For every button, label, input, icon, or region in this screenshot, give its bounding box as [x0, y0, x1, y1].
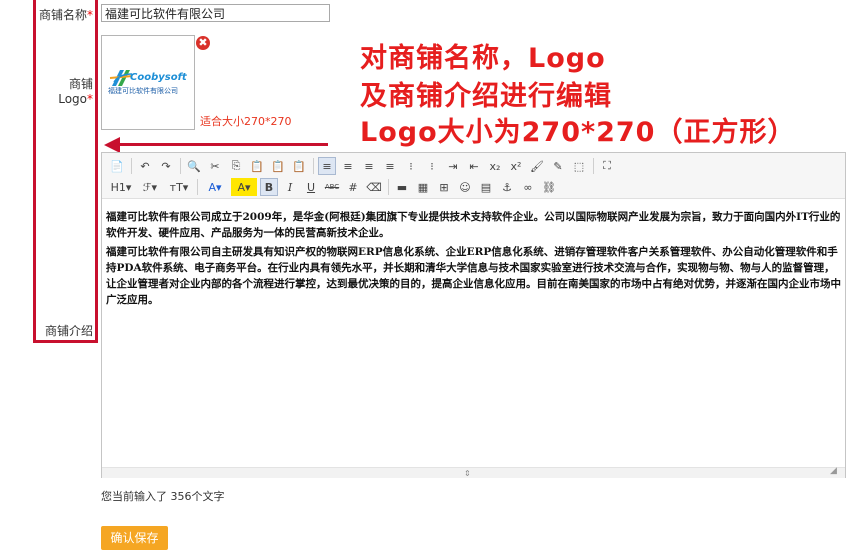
shop-name-input[interactable]: [101, 4, 330, 22]
logo-company-text: 福建可比软件有限公司: [108, 86, 178, 95]
select-all-icon[interactable]: ⬚: [570, 157, 588, 175]
format-painter-icon[interactable]: ✎: [549, 157, 567, 175]
logo-preview[interactable]: Coobysoft 福建可比软件有限公司: [101, 35, 195, 130]
underline-button[interactable]: U: [302, 178, 320, 196]
intro-paragraph-2: 福建可比软件有限公司自主研发具有知识产权的物联网ERP信息化系统、企业ERP信息…: [106, 246, 841, 306]
toolbar-row-2: H1▾ ℱ▾ тT▾ A▾ A▾ B I U ABC # ⌫ ▬ ▦ ⊞ ☺ ▤…: [108, 177, 561, 197]
shop-logo-label: 商铺Logo*: [36, 75, 93, 106]
paste-icon[interactable]: 📋: [248, 157, 266, 175]
labels-highlight-box: [33, 0, 98, 343]
anchor-icon[interactable]: ⚓: [498, 178, 516, 196]
annotation-arrow-line: [118, 143, 328, 146]
editor-resize-bar[interactable]: [102, 467, 845, 478]
required-mark: *: [87, 8, 93, 22]
preview-icon[interactable]: 🔍: [185, 157, 203, 175]
insert-table-icon[interactable]: ▦: [414, 178, 432, 196]
insert-media-icon[interactable]: ⊞: [435, 178, 453, 196]
toolbar-separator: [197, 179, 198, 195]
save-button[interactable]: 确认保存: [101, 526, 168, 550]
font-color-dropdown[interactable]: A▾: [202, 178, 228, 196]
annotation-line-2: 及商铺介绍进行编辑: [360, 81, 612, 112]
outdent-icon[interactable]: ⇤: [465, 157, 483, 175]
link-icon[interactable]: ∞: [519, 178, 537, 196]
clear-format-icon[interactable]: 🖌: [528, 157, 546, 175]
shop-name-label: 商铺名称*: [38, 6, 93, 23]
ordered-list-icon[interactable]: ⁝: [402, 157, 420, 175]
annotation-line-1: 对商铺名称，Logo: [360, 43, 606, 74]
corner-resize-icon[interactable]: ◢: [830, 466, 837, 476]
align-center-icon[interactable]: ≡: [339, 157, 357, 175]
unlink-icon[interactable]: ⛓: [540, 178, 558, 196]
line-height-icon[interactable]: #: [344, 178, 362, 196]
toolbar-row-1: 📄 ↶ ↷ 🔍 ✂ ⎘ 📋 📋 📋 ≡ ≡ ≡ ≡ ⁝ ⁝ ⇥ ⇤ x₂ x² …: [108, 156, 619, 176]
page-break-icon[interactable]: ▤: [477, 178, 495, 196]
editor-toolbar: 📄 ↶ ↷ 🔍 ✂ ⎘ 📋 📋 📋 ≡ ≡ ≡ ≡ ⁝ ⁝ ⇥ ⇤ x₂ x² …: [102, 153, 845, 199]
toolbar-separator: [313, 158, 314, 174]
unordered-list-icon[interactable]: ⁝: [423, 157, 441, 175]
toolbar-separator: [593, 158, 594, 174]
fullscreen-icon[interactable]: ⛶: [598, 157, 616, 175]
intro-paragraph-1: 福建可比软件有限公司成立于2009年，是华金(阿根廷)集团旗下专业提供技术支持软…: [106, 211, 841, 239]
rich-text-editor[interactable]: 📄 ↶ ↷ 🔍 ✂ ⎘ 📋 📋 📋 ≡ ≡ ≡ ≡ ⁝ ⁝ ⇥ ⇤ x₂ x² …: [101, 152, 846, 478]
shop-intro-label: 商铺介绍: [44, 324, 93, 338]
align-right-icon[interactable]: ≡: [360, 157, 378, 175]
strikethrough-button[interactable]: ABC: [323, 178, 341, 196]
redo-icon[interactable]: ↷: [157, 157, 175, 175]
italic-button[interactable]: I: [281, 178, 299, 196]
toolbar-separator: [180, 158, 181, 174]
delete-logo-icon[interactable]: ✖: [196, 36, 210, 50]
subscript-icon[interactable]: x₂: [486, 157, 504, 175]
font-size-dropdown[interactable]: тT▾: [166, 178, 192, 196]
bold-button[interactable]: B: [260, 178, 278, 196]
resize-grip-icon[interactable]: ⇕: [464, 469, 471, 478]
insert-image-icon[interactable]: ▬: [393, 178, 411, 196]
char-count-text: 您当前输入了 356个文字: [101, 490, 225, 503]
logo-size-hint: 适合大小270*270: [200, 115, 292, 128]
undo-icon[interactable]: ↶: [136, 157, 154, 175]
cut-icon[interactable]: ✂: [206, 157, 224, 175]
indent-icon[interactable]: ⇥: [444, 157, 462, 175]
shop-name-label-text: 商铺名称: [38, 8, 87, 22]
paste-word-icon[interactable]: 📋: [290, 157, 308, 175]
annotation-arrow-head: [104, 137, 120, 153]
source-icon[interactable]: 📄: [108, 157, 126, 175]
heading-dropdown[interactable]: H1▾: [108, 178, 134, 196]
toolbar-separator: [131, 158, 132, 174]
align-left-icon[interactable]: ≡: [318, 157, 336, 175]
align-justify-icon[interactable]: ≡: [381, 157, 399, 175]
font-family-dropdown[interactable]: ℱ▾: [137, 178, 163, 196]
copy-icon[interactable]: ⎘: [227, 157, 245, 175]
highlight-color-dropdown[interactable]: A▾: [231, 178, 257, 196]
editor-content[interactable]: 福建可比软件有限公司成立于2009年，是华金(阿根廷)集团旗下专业提供技术支持软…: [106, 209, 844, 311]
annotation-line-3: Logo大小为270*270（正方形）: [360, 117, 796, 148]
superscript-icon[interactable]: x²: [507, 157, 525, 175]
logo-brand-text: Coobysoft: [130, 72, 188, 83]
coobysoft-logo-image: Coobysoft 福建可比软件有限公司: [108, 70, 188, 95]
emoticon-icon[interactable]: ☺: [456, 178, 474, 196]
remove-format-icon[interactable]: ⌫: [365, 178, 383, 196]
paste-text-icon[interactable]: 📋: [269, 157, 287, 175]
toolbar-separator: [388, 179, 389, 195]
required-mark: *: [87, 92, 93, 106]
